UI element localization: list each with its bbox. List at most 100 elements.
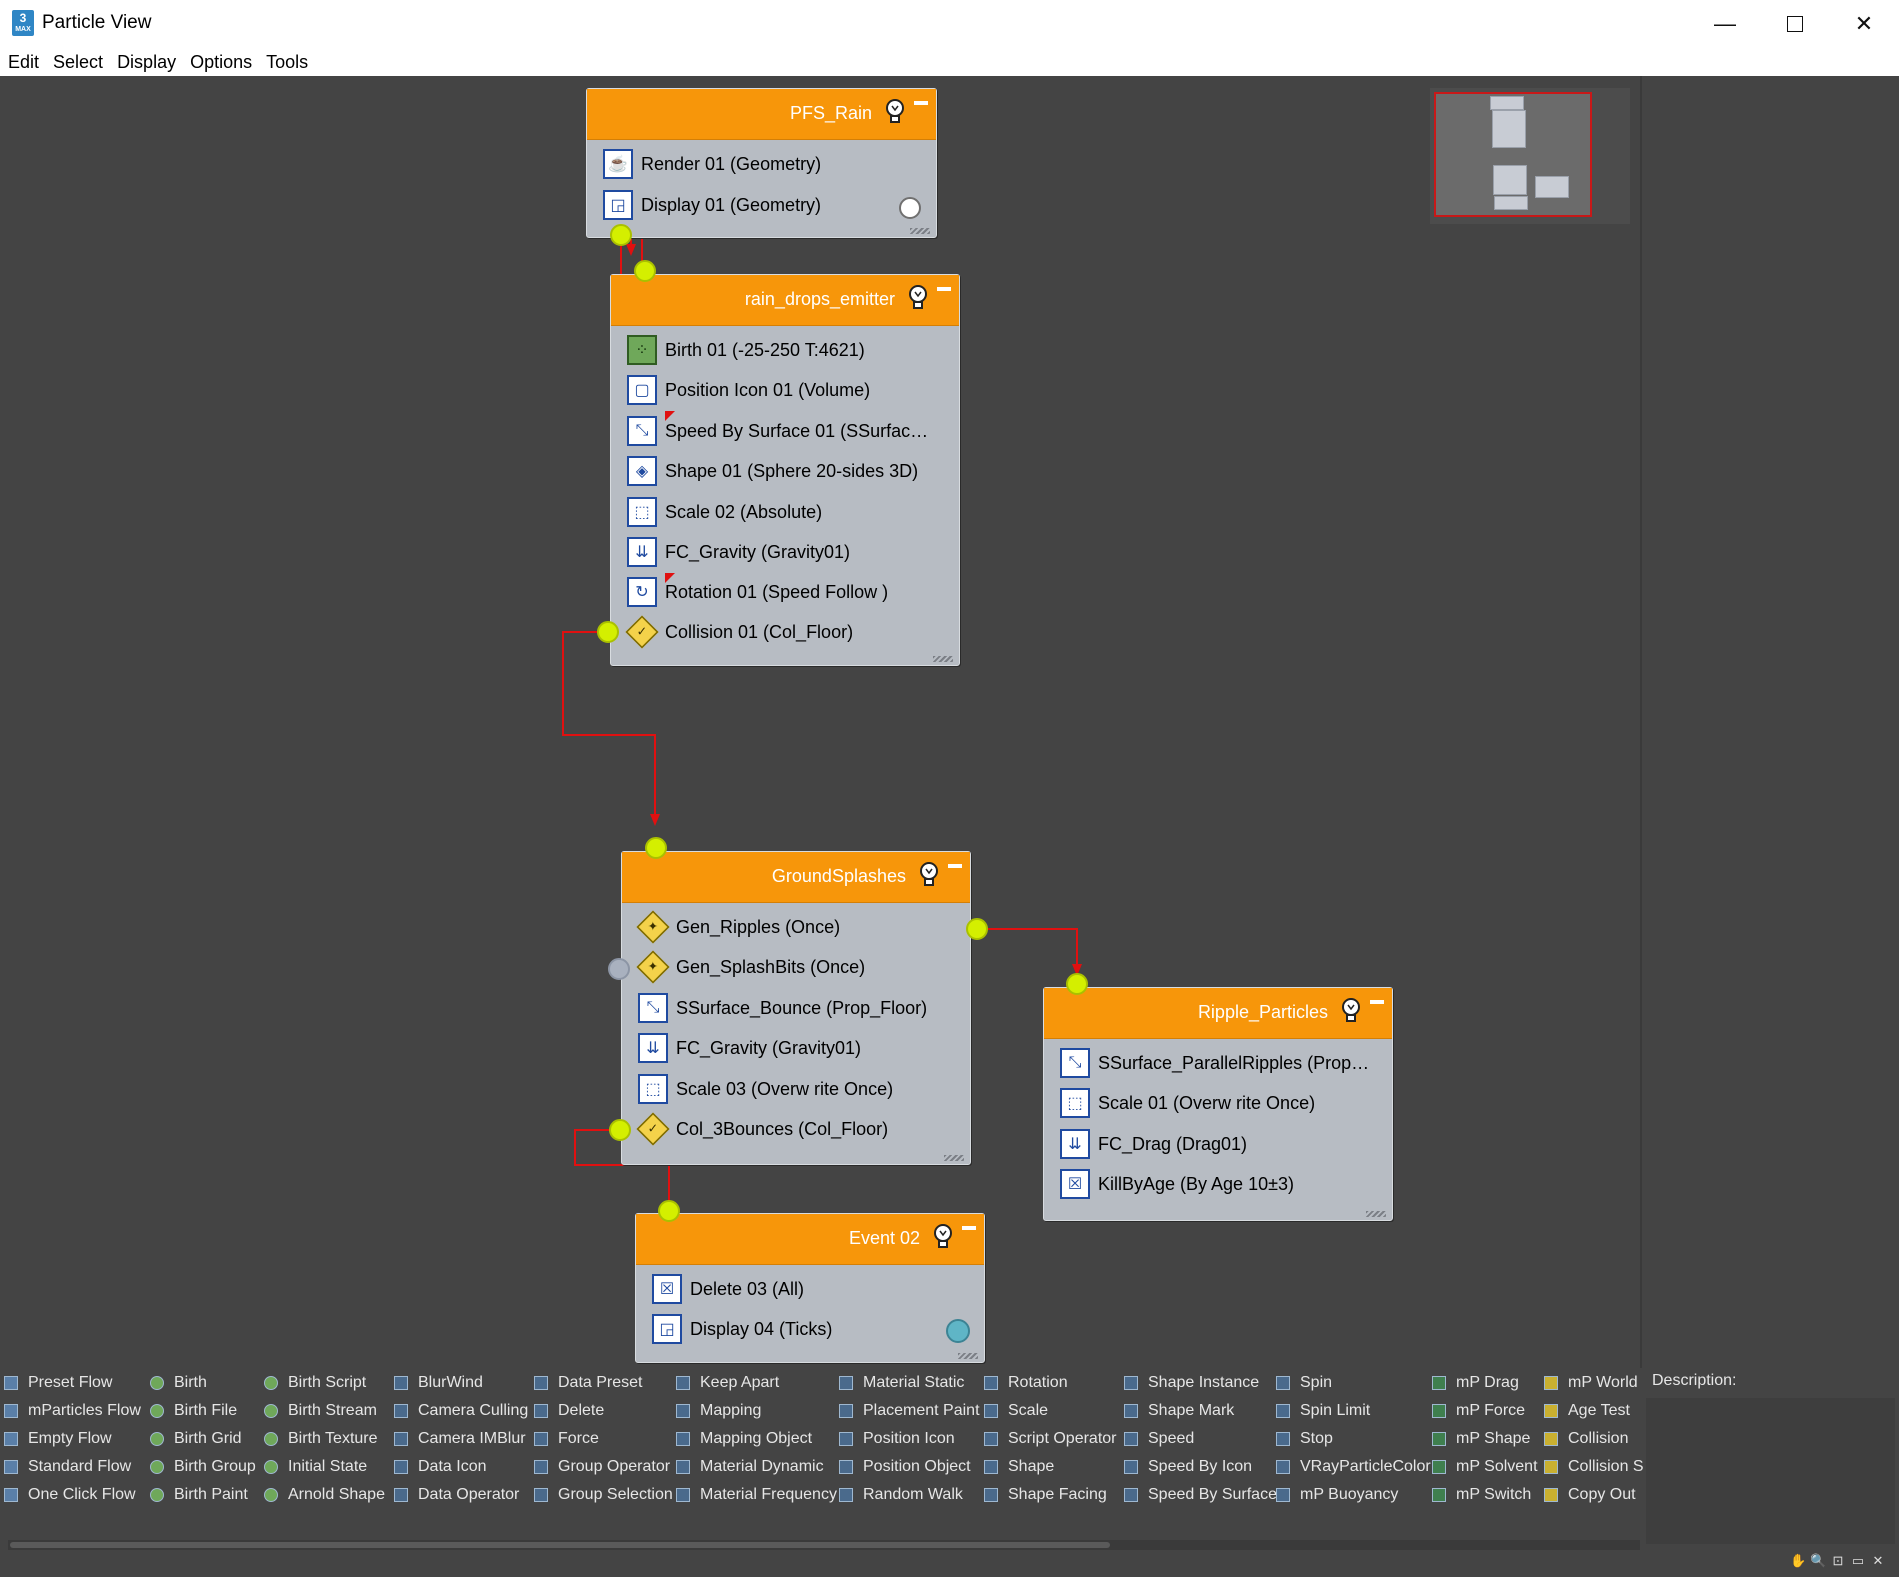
test-output-port[interactable] <box>966 918 988 940</box>
resize-grip[interactable] <box>933 656 953 662</box>
depot-item[interactable]: mP Buoyancy <box>1276 1482 1398 1508</box>
operator-ssurface-parallelripples[interactable]: ⤡ SSurface_ParallelRipples (Prop… <box>1060 1044 1369 1082</box>
operator-gen-splashbits[interactable]: ✦ Gen_SplashBits (Once) <box>636 948 865 986</box>
depot-item[interactable]: Standard Flow <box>4 1454 131 1480</box>
zoom-extents-icon[interactable]: ▭ <box>1850 1553 1866 1569</box>
menu-display[interactable]: Display <box>117 52 176 73</box>
depot-item[interactable]: Shape Facing <box>984 1482 1107 1508</box>
depot-item[interactable]: Birth Texture <box>264 1426 378 1452</box>
minimize-button[interactable]: — <box>1690 0 1760 48</box>
depot-item[interactable]: Copy Out <box>1544 1482 1636 1508</box>
depot-item[interactable]: Spin <box>1276 1370 1332 1396</box>
depot-item[interactable]: mP Drag <box>1432 1370 1519 1396</box>
depot-item[interactable]: Spin Limit <box>1276 1398 1370 1424</box>
depot-item[interactable]: Speed By Surface <box>1124 1482 1277 1508</box>
depot-item[interactable]: Birth Group <box>150 1454 256 1480</box>
depot-horizontal-scrollbar[interactable] <box>8 1540 1640 1550</box>
test-output-port[interactable] <box>609 1119 631 1141</box>
depot-item[interactable]: Camera Culling <box>394 1398 528 1424</box>
event-node-pfs-rain[interactable]: PFS_Rain ☕ Render 01 (Geometry) ◲ Displa… <box>586 88 937 238</box>
depot-item[interactable]: Birth Grid <box>150 1426 242 1452</box>
depot-item[interactable]: Birth Stream <box>264 1398 377 1424</box>
operator-scale[interactable]: ⬚ Scale 01 (Overw rite Once) <box>1060 1084 1315 1122</box>
depot-item[interactable]: Random Walk <box>839 1482 963 1508</box>
test-output-port-unconnected[interactable] <box>608 958 630 980</box>
operator-delete[interactable]: ☒ Delete 03 (All) <box>652 1270 804 1308</box>
input-port[interactable] <box>1066 973 1088 995</box>
depot-item[interactable]: Material Frequency <box>676 1482 837 1508</box>
depot-item[interactable]: Birth Script <box>264 1370 366 1396</box>
depot-item[interactable]: Birth Paint <box>150 1482 248 1508</box>
output-port[interactable] <box>610 224 632 246</box>
depot-item[interactable]: Initial State <box>264 1454 367 1480</box>
navigator-thumbnail[interactable] <box>1430 88 1630 224</box>
minimize-node-icon[interactable] <box>914 101 928 105</box>
depot-item[interactable]: Group Operator <box>534 1454 670 1480</box>
depot-item[interactable]: Preset Flow <box>4 1370 112 1396</box>
input-port[interactable] <box>658 1200 680 1222</box>
operator-fc-gravity[interactable]: ⇊ FC_Gravity (Gravity01) <box>638 1029 861 1067</box>
minimize-node-icon[interactable] <box>937 287 951 291</box>
no-zoom-icon[interactable]: ✕ <box>1870 1553 1886 1569</box>
event-header[interactable]: Event 02 <box>636 1214 984 1265</box>
resize-grip[interactable] <box>910 228 930 234</box>
pan-icon[interactable]: ✋ <box>1790 1553 1806 1569</box>
depot-item[interactable]: Empty Flow <box>4 1426 112 1452</box>
event-header[interactable]: GroundSplashes <box>622 852 970 903</box>
depot-item[interactable]: BlurWind <box>394 1370 483 1396</box>
depot-item[interactable]: One Click Flow <box>4 1482 136 1508</box>
operator-birth[interactable]: ⁘ Birth 01 (-25-250 T:4621) <box>627 331 865 369</box>
operator-scale[interactable]: ⬚ Scale 02 (Absolute) <box>627 493 822 531</box>
resize-grip[interactable] <box>944 1155 964 1161</box>
lightbulb-icon[interactable] <box>918 862 940 888</box>
depot-item[interactable]: Data Preset <box>534 1370 642 1396</box>
input-port[interactable] <box>634 260 656 282</box>
navigator-viewport-frame[interactable] <box>1434 92 1592 217</box>
depot-item[interactable]: Age Test <box>1544 1398 1630 1424</box>
operator-render[interactable]: ☕ Render 01 (Geometry) <box>603 145 821 183</box>
operator-col-3bounces[interactable]: ✓ Col_3Bounces (Col_Floor) <box>636 1110 888 1148</box>
minimize-node-icon[interactable] <box>1370 1000 1384 1004</box>
depot-item[interactable]: Stop <box>1276 1426 1333 1452</box>
depot-item[interactable]: Speed By Icon <box>1124 1454 1252 1480</box>
depot-item[interactable]: Collision S <box>1544 1454 1644 1480</box>
operator-collision[interactable]: ✓ Collision 01 (Col_Floor) <box>625 613 853 651</box>
zoom-icon[interactable]: 🔍 <box>1810 1553 1826 1569</box>
depot-item[interactable]: Shape Instance <box>1124 1370 1259 1396</box>
minimize-node-icon[interactable] <box>962 1226 976 1230</box>
depot-item[interactable]: Material Dynamic <box>676 1454 824 1480</box>
depot-item[interactable]: Rotation <box>984 1370 1068 1396</box>
depot-item[interactable]: Speed <box>1124 1426 1194 1452</box>
event-node-event02[interactable]: Event 02 ☒ Delete 03 (All) ◲ Display 04 (T… <box>635 1213 985 1363</box>
event-node-groundsplashes[interactable]: GroundSplashes ✦ Gen_Ripples (Once) ✦ Gen_… <box>621 851 971 1165</box>
depot-item[interactable]: Placement Paint <box>839 1398 980 1424</box>
depot-item[interactable]: Mapping Object <box>676 1426 812 1452</box>
operator-shape[interactable]: ◈ Shape 01 (Sphere 20-sides 3D) <box>627 452 918 490</box>
operator-gen-ripples[interactable]: ✦ Gen_Ripples (Once) <box>636 908 840 946</box>
event-node-rain-drops-emitter[interactable]: rain_drops_emitter ⁘ Birth 01 (-25-250 T:… <box>610 274 960 666</box>
depot-item[interactable]: mParticles Flow <box>4 1398 141 1424</box>
depot-item[interactable]: Camera IMBlur <box>394 1426 526 1452</box>
operator-display[interactable]: ◲ Display 04 (Ticks) <box>652 1310 832 1348</box>
particle-view-canvas[interactable]: PFS_Rain ☕ Render 01 (Geometry) ◲ Displa… <box>0 76 1640 1368</box>
resize-grip[interactable] <box>1366 1211 1386 1217</box>
depot-item[interactable]: Material Static <box>839 1370 964 1396</box>
lightbulb-icon[interactable] <box>932 1224 954 1250</box>
operator-display[interactable]: ◲ Display 01 (Geometry) <box>603 186 821 224</box>
depot-item[interactable]: Scale <box>984 1398 1048 1424</box>
depot-item[interactable]: Position Icon <box>839 1426 955 1452</box>
depot-item[interactable]: Group Selection <box>534 1482 673 1508</box>
lightbulb-icon[interactable] <box>1340 998 1362 1024</box>
menu-edit[interactable]: Edit <box>8 52 39 73</box>
lightbulb-icon[interactable] <box>884 99 906 125</box>
depot-item[interactable]: mP Solvent <box>1432 1454 1538 1480</box>
depot-item[interactable]: VRayParticleColor <box>1276 1454 1431 1480</box>
scrollbar-thumb[interactable] <box>10 1542 1110 1548</box>
input-port[interactable] <box>645 837 667 859</box>
resize-grip[interactable] <box>958 1353 978 1359</box>
operator-position-icon[interactable]: ▢ Position Icon 01 (Volume) <box>627 371 870 409</box>
depot-item[interactable]: mP Shape <box>1432 1426 1530 1452</box>
operator-fc-gravity[interactable]: ⇊ FC_Gravity (Gravity01) <box>627 533 850 571</box>
depot-item[interactable]: Keep Apart <box>676 1370 779 1396</box>
depot-item[interactable]: mP Switch <box>1432 1482 1531 1508</box>
